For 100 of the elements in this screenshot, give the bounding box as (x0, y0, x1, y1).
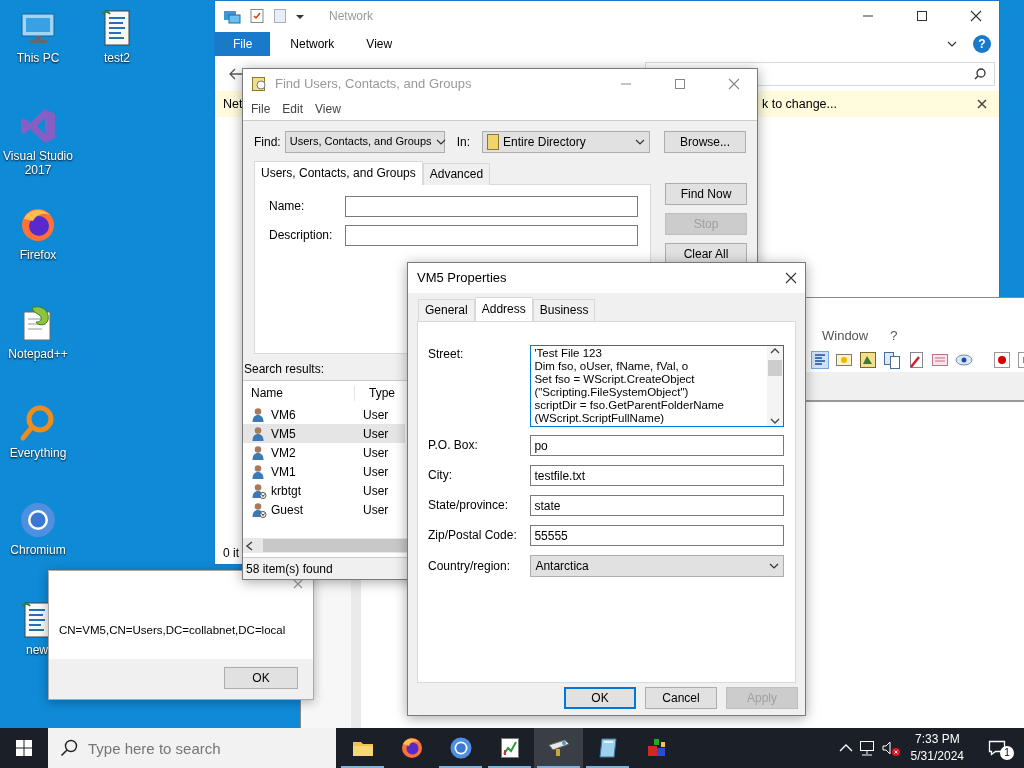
menu-item[interactable]: View (315, 102, 341, 117)
image-icon[interactable] (859, 351, 877, 369)
ribbon-tab[interactable]: Network (274, 32, 351, 56)
find-dropdown[interactable]: Users, Contacts, and Groups (284, 131, 445, 153)
back-arrow-icon[interactable] (229, 68, 243, 80)
ribbon-tab[interactable]: File (215, 32, 271, 56)
address-book-icon (251, 76, 267, 92)
checklist-icon[interactable] (249, 8, 265, 24)
icon-label: Visual Studio 2017 (2, 149, 74, 177)
result-row[interactable]: VM2 User (243, 443, 405, 463)
notification-icon[interactable] (988, 740, 1006, 756)
picture-icon[interactable] (835, 351, 853, 369)
message-text: CN=VM5,CN=Users,DC=collabnet,DC=local (58, 623, 287, 638)
taskbar-app[interactable] (534, 728, 583, 768)
type-cell: User (363, 483, 389, 499)
result-row[interactable]: Guest User (243, 500, 405, 520)
text-field[interactable] (344, 196, 638, 217)
name-cell: VM6 (271, 407, 296, 423)
field-label: City: (428, 468, 453, 483)
action-button[interactable]: Clear All (665, 243, 747, 265)
result-row[interactable]: VM6 User (243, 405, 405, 425)
field-label: Street: (428, 346, 465, 362)
close-icon[interactable] (977, 99, 987, 109)
result-row[interactable]: VM1 User (243, 462, 405, 482)
field-label: Find: (254, 134, 281, 150)
chevron-icon[interactable] (947, 41, 957, 47)
action-button[interactable]: Find Now (665, 183, 747, 205)
windows-icon[interactable] (16, 740, 32, 756)
status-text: 0 it (222, 545, 239, 562)
field-label: Zip/Postal Code: (428, 528, 518, 543)
menu-item[interactable]: Edit (282, 102, 304, 117)
window-title: Network (329, 8, 373, 24)
field-label: Description: (269, 228, 334, 243)
dialog-button[interactable]: OK (564, 687, 636, 709)
chromium-icon[interactable] (18, 500, 58, 540)
column-header[interactable]: Type (355, 386, 395, 401)
scope-dropdown[interactable]: Entire Directory (482, 131, 651, 153)
ok-button[interactable]: OK (224, 667, 298, 689)
search-field[interactable]: Type here to search (48, 728, 336, 768)
scroll-up-icon[interactable] (770, 348, 780, 354)
browser-icon (399, 736, 424, 760)
text-field[interactable]: 55555 (530, 525, 784, 546)
notification-count[interactable]: 1 (1000, 746, 1014, 760)
tab[interactable]: Users, Contacts, and Groups (254, 161, 423, 185)
close-icon[interactable] (970, 10, 982, 22)
text-field[interactable]: po (530, 435, 784, 456)
clock-time[interactable]: 7:33 PM (914, 731, 960, 748)
maximize-icon[interactable] (916, 10, 928, 22)
street-field[interactable]: 'Test File 123 Dim fso, oUser, fName, fVal, o Set fso = WScript.CreateObject ("Scripting.FileSystemObject") scriptDir = fso.GetParentFolderName (WScript.ScriptFullName) (530, 345, 784, 427)
menu-item[interactable]: File (251, 102, 271, 117)
search-icon (60, 739, 78, 757)
tab[interactable]: General (418, 299, 475, 321)
eye-icon[interactable] (955, 351, 973, 369)
ribbon-tab[interactable]: View (350, 32, 409, 56)
disabled-user-icon (251, 501, 267, 518)
field-label: State/province: (428, 498, 510, 513)
tab[interactable]: Address (474, 297, 533, 321)
menu-item[interactable]: Window (822, 328, 869, 344)
scroll-down-icon[interactable] (770, 418, 780, 424)
tab[interactable]: Advanced (422, 163, 491, 185)
name-cell: VM1 (271, 464, 296, 480)
type-cell: User (363, 502, 389, 518)
text-field[interactable] (344, 225, 638, 246)
column-header[interactable]: Name (243, 386, 355, 401)
menu-item[interactable]: ? (890, 328, 898, 344)
panel-icon[interactable] (931, 351, 949, 369)
name-cell: VM5 (271, 426, 296, 442)
browser-icon (448, 736, 473, 760)
pen-icon[interactable] (907, 351, 925, 369)
field-label: Name: (269, 199, 306, 214)
section-label: Search results: (244, 362, 325, 377)
clock-date[interactable]: 5/31/2024 (910, 748, 964, 765)
name-cell: Guest (271, 502, 303, 518)
record-icon[interactable] (993, 351, 1011, 369)
icon-label: new (26, 643, 48, 657)
text-field[interactable]: state (530, 495, 784, 516)
align-icon[interactable] (811, 351, 829, 369)
caret-icon (635, 139, 646, 145)
text-field[interactable]: testfile.txt (530, 465, 784, 486)
info-text: Net (223, 96, 243, 112)
window-title: VM5 Properties (417, 270, 507, 286)
country-dropdown[interactable]: Antarctica (530, 555, 784, 577)
field-label: In: (456, 134, 471, 150)
close-icon[interactable] (785, 272, 797, 284)
scrollbar[interactable] (767, 346, 783, 426)
scrollbar-thumb[interactable] (768, 360, 782, 376)
icon-label: test2 (104, 51, 130, 65)
muted-speaker-icon[interactable] (880, 739, 901, 757)
result-row[interactable]: VM5 User (243, 424, 405, 444)
icon-label: Firefox (19, 248, 57, 262)
browse-button[interactable]: Browse... (664, 131, 747, 153)
tab[interactable]: Business (532, 299, 596, 321)
dialog-button[interactable]: Cancel (645, 687, 717, 709)
caret-icon[interactable] (295, 12, 305, 20)
documents-icon[interactable] (883, 351, 901, 369)
type-cell: User (363, 426, 389, 442)
result-row[interactable]: krbtgt User (243, 481, 405, 501)
info-text[interactable]: k to change... (761, 96, 837, 112)
help-button[interactable]: ? (973, 35, 991, 53)
chevron-up-icon[interactable] (838, 744, 853, 752)
